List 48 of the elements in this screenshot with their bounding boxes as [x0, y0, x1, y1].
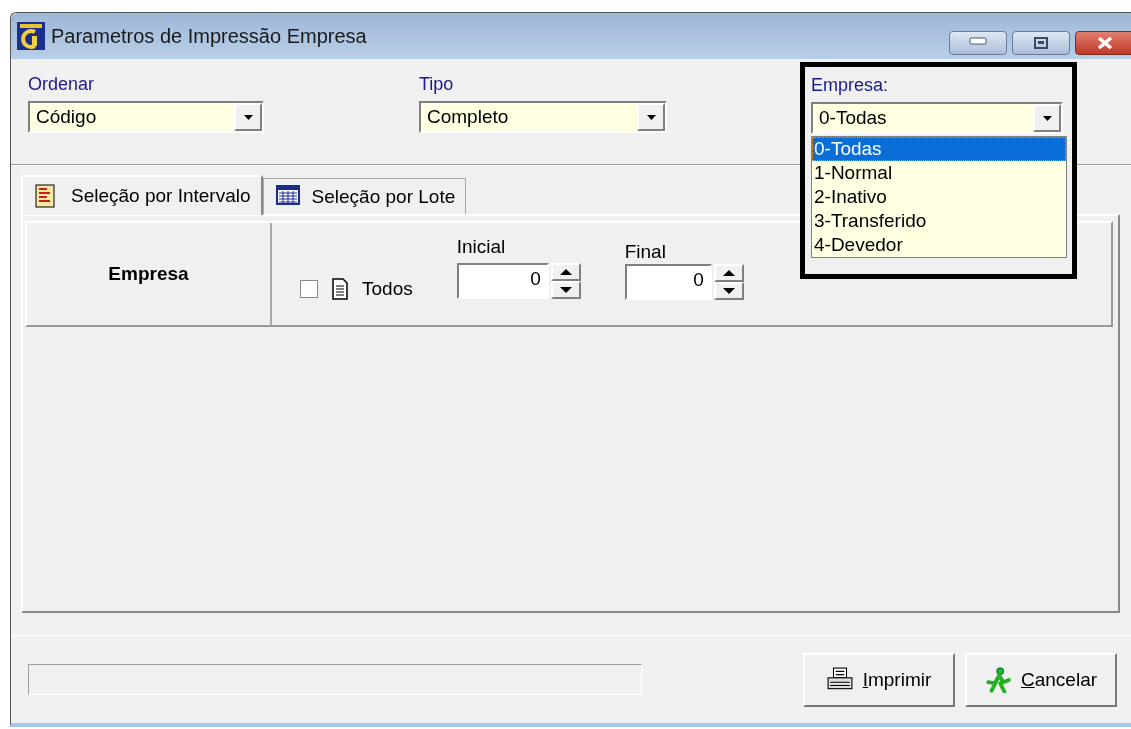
spin-up-button[interactable] [550, 263, 581, 281]
combo-value: Código [35, 106, 98, 128]
field-label: Tipo [419, 73, 455, 95]
combo-value: 0-Todas [818, 107, 888, 129]
window-title: Parametros de Impressão Empresa [51, 24, 367, 48]
dropdown-option[interactable]: 1-Normal [812, 161, 1066, 185]
spin-down-button[interactable] [713, 282, 744, 300]
close-icon [1096, 37, 1114, 49]
maximize-button[interactable] [1012, 31, 1070, 55]
checkbox[interactable] [300, 280, 318, 298]
field-label: Inicial [456, 235, 507, 259]
tab[interactable]: Seleção por Intervalo [21, 175, 263, 215]
dropdown-option[interactable]: 4-Devedor [812, 233, 1066, 257]
number-field[interactable]: 0 [624, 264, 712, 300]
dropdown-button[interactable] [234, 103, 262, 131]
up-arrow-icon [722, 270, 735, 276]
field-name: Empresa [108, 263, 189, 285]
caret-icon [243, 114, 253, 120]
dropdown-field[interactable]: Completo [419, 101, 667, 133]
minimize-button[interactable] [949, 31, 1007, 55]
maximize-icon [1032, 37, 1050, 49]
document-icon [332, 278, 348, 300]
caret-icon [646, 114, 656, 120]
dropdown-button[interactable] [637, 103, 665, 131]
down-arrow-icon [722, 288, 735, 294]
down-arrow-icon [559, 287, 572, 293]
field-label: Empresa: [811, 74, 890, 96]
app-logo-icon [17, 22, 45, 50]
up-arrow-icon [559, 269, 572, 275]
dropdown-option[interactable]: 3-Transferido [812, 209, 1066, 233]
number-field[interactable]: 0 [456, 263, 549, 299]
field-label: Final [624, 240, 667, 264]
checkbox-label: Todos [362, 278, 413, 300]
running-person-icon [984, 666, 1011, 693]
print-button[interactable]: Imprimir [803, 652, 955, 707]
spin-up-button[interactable] [713, 264, 744, 282]
cancel-button[interactable]: Cancelar [965, 652, 1117, 707]
dropdown-field[interactable]: Código [28, 101, 264, 133]
spin-down-button[interactable] [550, 281, 581, 299]
tab[interactable]: Seleção por Lote [262, 178, 467, 214]
close-button[interactable] [1075, 31, 1131, 55]
dropdown-field[interactable]: 0-Todas [811, 102, 1063, 134]
dropdown-button[interactable] [1033, 104, 1061, 132]
dropdown-option[interactable]: 2-Inativo [812, 185, 1066, 209]
combo-value: Completo [426, 106, 510, 128]
caret-icon [1042, 115, 1052, 121]
dropdown-option[interactable]: 0-Todas [812, 137, 1066, 161]
field-label: Ordenar [28, 73, 96, 95]
